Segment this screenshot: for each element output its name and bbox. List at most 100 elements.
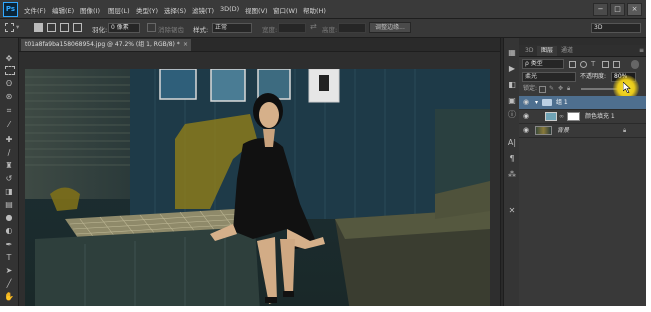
brush-tool-icon[interactable]: ∕ [3,148,15,158]
tool-presets-icon[interactable] [507,178,517,188]
clone-stamp-tool-icon[interactable]: ♜ [3,161,15,171]
canvas-area[interactable] [19,52,500,306]
tools-panel: ✥ ʘ ⊛ ⌗ ⁄ ✚ ∕ ♜ ↺ ◨ ▤ ● ◐ ✒ T ➤ ╱ ✋ [0,38,19,306]
filter-toggle[interactable] [631,60,639,69]
actions-play-icon[interactable]: ▶ [507,64,517,74]
intersect-selection-icon[interactable] [73,23,82,32]
chevron-down-icon[interactable]: ▾ [16,23,19,31]
menu-file[interactable]: 文件(F) [24,5,46,15]
path-select-tool-icon[interactable]: ➤ [3,266,15,276]
layer-row-fill[interactable]: ◉ ∞ 颜色填充 1 [519,110,646,124]
pixel-filter-icon[interactable] [569,61,576,68]
lock-move-icon[interactable]: ✥ [558,82,563,95]
lock-brush-icon[interactable]: ✎ [549,82,554,95]
layers-empty-area[interactable] [519,138,646,306]
new-selection-icon[interactable] [34,23,43,32]
menu-type[interactable]: 类型(Y) [136,5,158,15]
shape-filter-icon[interactable] [602,61,609,68]
crossed-tools-icon[interactable]: ✕ [507,206,517,216]
menu-layer[interactable]: 图层(L) [108,5,130,15]
history-brush-tool-icon[interactable]: ↺ [3,174,15,184]
close-icon[interactable]: × [183,39,188,51]
lasso-tool-icon[interactable]: ʘ [3,79,15,89]
menu-filter[interactable]: 滤镜(T) [192,5,214,15]
layer-row-group[interactable]: ◉ ▾ 组 1 [519,96,646,110]
subtract-from-selection-icon[interactable] [60,23,69,32]
tab-channels[interactable]: 通道 [557,46,577,56]
document-photo[interactable] [25,69,490,306]
swap-icon[interactable]: ⇄ [310,22,317,31]
eraser-tool-icon[interactable]: ◨ [3,187,15,197]
width-label: 宽度: [262,26,278,34]
tab-3d[interactable]: 3D [521,46,537,56]
visibility-eye-icon[interactable]: ◉ [522,112,530,120]
refine-edge-button[interactable]: 调整边缘... [369,22,411,33]
workspace-select[interactable]: 3D [591,23,641,33]
menu-edit[interactable]: 编辑(E) [52,5,74,15]
move-tool-icon[interactable]: ✥ [3,54,15,64]
paragraph-panel-icon[interactable]: ¶ [507,154,517,164]
add-to-selection-icon[interactable] [47,23,56,32]
info-panel-icon[interactable]: ⓘ [507,110,517,120]
swatches-panel-icon[interactable]: ▣ [507,96,517,106]
lock-all-icon[interactable]: 🔒︎ [567,82,570,95]
history-panel-icon[interactable]: ▦ [507,48,517,58]
gradient-tool-icon[interactable]: ▤ [3,200,15,210]
tab-layers[interactable]: 图层 [537,46,558,56]
line-tool-icon[interactable]: ╱ [3,279,15,289]
crop-tool-icon[interactable]: ⌗ [3,106,15,116]
panel-icon-strip: ▦ ▶ ◧ ▣ ⓘ A| ¶ ⁂ ✕ [503,38,520,306]
width-input[interactable] [278,23,306,33]
menu-window[interactable]: 窗口(W) [273,5,298,15]
visibility-eye-icon[interactable]: ◉ [522,98,530,106]
visibility-eye-icon[interactable]: ◉ [522,126,530,134]
lock-icon: 🔒︎ [623,127,627,134]
layers-panel: 3D 图层 通道 ≡ ρ 类型 T 柔光 不透明度: 80% 锁定: ✎ ✥ 🔒 [519,38,646,306]
smart-object-filter-icon[interactable] [613,61,620,68]
pen-tool-icon[interactable]: ✒ [3,240,15,250]
menu-image[interactable]: 图像(I) [80,5,100,15]
menu-select[interactable]: 选择(S) [164,5,186,15]
menu-3d[interactable]: 3D(D) [220,5,239,13]
healing-brush-tool-icon[interactable]: ✚ [3,135,15,145]
layer-filter-select[interactable]: ρ 类型 [522,59,564,69]
dodge-tool-icon[interactable]: ◐ [3,226,15,236]
quick-select-tool-icon[interactable]: ⊛ [3,92,15,102]
chain-link-icon: ∞ [559,113,564,120]
close-button[interactable]: × [627,3,642,16]
adjustments-panel-icon[interactable]: ◧ [507,80,517,90]
panel-menu-icon[interactable]: ≡ [635,46,646,56]
menu-bar: Ps 文件(F) 编辑(E) 图像(I) 图层(L) 类型(Y) 选择(S) 滤… [0,0,646,19]
hand-tool-icon[interactable]: ✋ [3,292,15,302]
style-select[interactable]: 正常 [212,23,252,33]
rect-marquee-tool-icon[interactable] [5,66,15,75]
photoshop-logo-icon: Ps [3,2,18,17]
style-label: 样式: [193,26,209,34]
type-filter-icon[interactable]: T [591,61,598,68]
mouse-cursor-icon [623,82,631,93]
background-thumbnail [535,126,552,135]
height-label: 高度: [322,26,338,34]
blur-tool-icon[interactable]: ● [3,213,15,223]
menu-help[interactable]: 帮助(H) [303,5,326,15]
marquee-tool-preset-icon[interactable] [5,23,14,32]
character-panel-icon[interactable]: A| [507,138,517,148]
eyedropper-tool-icon[interactable]: ⁄ [3,120,15,130]
antialias-checkbox[interactable] [147,23,156,32]
group-expand-icon[interactable]: ▾ [535,96,538,109]
lock-label: 锁定: [523,85,538,92]
photoshop-window: Ps 文件(F) 编辑(E) 图像(I) 图层(L) 类型(Y) 选择(S) 滤… [0,0,646,306]
adjustment-filter-icon[interactable] [580,61,587,68]
maximize-button[interactable]: □ [610,3,625,16]
blend-mode-select[interactable]: 柔光 [522,72,576,82]
layer-row-background[interactable]: ◉ 背景 🔒︎ [519,124,646,138]
type-tool-icon[interactable]: T [3,253,15,263]
panel-header-bar [519,38,646,45]
height-input[interactable] [338,23,366,33]
menu-view[interactable]: 视图(V) [245,5,268,15]
document-tab[interactable]: t01a8fa9ba158068954.jpg @ 47.2% (组 1, RG… [21,39,191,51]
minimize-button[interactable]: − [593,3,608,16]
feather-input[interactable]: 0 像素 [108,23,140,33]
lock-transparent-icon[interactable] [539,86,546,93]
window-controls: − □ × [593,3,642,16]
